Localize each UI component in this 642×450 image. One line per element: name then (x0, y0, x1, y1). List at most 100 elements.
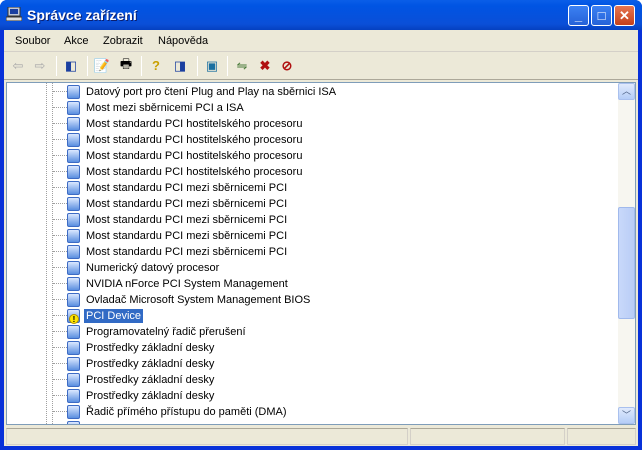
tree-connector (53, 363, 67, 364)
tree-item[interactable]: Most standardu PCI mezi sběrnicemi PCI (7, 196, 617, 212)
device-icon (67, 165, 80, 179)
tree-connector (53, 379, 67, 380)
device-icon (67, 341, 80, 355)
tree-connector (53, 235, 67, 236)
device-icon (67, 133, 80, 147)
back-icon[interactable]: ⇦ (9, 57, 27, 74)
menu-napoveda[interactable]: Nápověda (158, 35, 208, 47)
tree-item-label: Numerický datový procesor (86, 262, 220, 274)
menu-akce[interactable]: Akce (64, 35, 88, 47)
tree-item-label: Most standardu PCI mezi sběrnicemi PCI (86, 230, 288, 242)
device-tree[interactable]: Datový port pro čtení Plug and Play na s… (6, 82, 636, 425)
tree-item[interactable]: Most standardu PCI hostitelského proceso… (7, 132, 617, 148)
tree-item[interactable]: NVIDIA nForce PCI System Management (7, 276, 617, 292)
tree-connector (53, 267, 67, 268)
status-bar (4, 425, 638, 446)
scroll-down-button[interactable]: ﹀ (618, 407, 635, 424)
tree-item[interactable]: Prostředky základní desky (7, 340, 617, 356)
tree-item[interactable]: Datový port pro čtení Plug and Play na s… (7, 84, 617, 100)
tree-item[interactable]: Prostředky základní desky (7, 388, 617, 404)
scroll-up-button[interactable]: ︿ (618, 83, 635, 100)
tree-item[interactable]: Most standardu PCI mezi sběrnicemi PCI (7, 212, 617, 228)
tree-connector (53, 155, 67, 156)
window-title: Správce zařízení (27, 7, 137, 23)
tree-item-label: Most standardu PCI hostitelského proceso… (86, 134, 303, 146)
tree-connector (53, 123, 67, 124)
tree-connector (53, 139, 67, 140)
tree-item-label: Most standardu PCI mezi sběrnicemi PCI (86, 246, 288, 258)
tree-item-label: Programovatelný řadič přerušení (86, 326, 246, 338)
tree-connector (53, 331, 67, 332)
device-icon (67, 357, 80, 371)
show-hide-tree-icon[interactable]: ◧ (62, 57, 80, 74)
menu-zobrazit[interactable]: Zobrazit (103, 35, 143, 47)
tree-item[interactable]: Most standardu PCI hostitelského proceso… (7, 148, 617, 164)
device-icon (67, 213, 80, 227)
minimize-button[interactable]: _ (568, 5, 589, 26)
tree-item[interactable]: Most standardu PCI hostitelského proceso… (7, 164, 617, 180)
tree-item-label: Prostředky základní desky (86, 374, 215, 386)
title-bar[interactable]: Správce zařízení _ □ ✕ (0, 0, 642, 30)
tree-item-label: Řadič přímého přístupu do paměti (DMA) (86, 406, 287, 418)
tree-connector (53, 107, 67, 108)
tree-connector (53, 91, 67, 92)
tree-item-label: Most standardu PCI hostitelského proceso… (86, 166, 303, 178)
status-pane-2 (410, 428, 565, 445)
tree-connector (53, 283, 67, 284)
tree-item-label: NVIDIA nForce PCI System Management (86, 278, 288, 290)
tree-connector (53, 299, 67, 300)
tree-item[interactable]: Most standardu PCI mezi sběrnicemi PCI (7, 228, 617, 244)
device-icon (67, 117, 80, 131)
tree-connector (53, 171, 67, 172)
tree-item[interactable]: Most standardu PCI mezi sběrnicemi PCI (7, 180, 617, 196)
tree-connector (53, 187, 67, 188)
disable-icon[interactable]: ⊘ (278, 57, 296, 74)
tree-item-label: Most mezi sběrnicemi PCI a ISA (86, 102, 244, 114)
warning-icon: ! (69, 314, 79, 324)
properties-icon[interactable]: 📝 (93, 57, 111, 74)
device-icon (67, 277, 80, 291)
tree-item[interactable]: Prostředky základní desky (7, 372, 617, 388)
tree-connector (53, 219, 67, 220)
tree-item[interactable]: Ovladač Microsoft System Management BIOS (7, 292, 617, 308)
device-icon (67, 101, 80, 115)
maximize-button[interactable]: □ (591, 5, 612, 26)
tree-item-label: Most standardu PCI hostitelského proceso… (86, 118, 303, 130)
scan-hardware-icon[interactable]: ▣ (203, 57, 221, 74)
menu-bar: Soubor Akce Zobrazit Nápověda (4, 30, 638, 52)
tree-item[interactable]: Most mezi sběrnicemi PCI a ISA (7, 100, 617, 116)
device-icon (67, 181, 80, 195)
tree-item[interactable]: Řadič přímého přístupu do paměti (DMA) (7, 404, 617, 420)
tree-item[interactable]: Prostředky základní desky (7, 356, 617, 372)
computer-icon (6, 7, 22, 21)
tree-connector (53, 203, 67, 204)
vertical-scrollbar[interactable]: ︿ ﹀ (618, 83, 635, 424)
close-button[interactable]: ✕ (614, 5, 635, 26)
tree-item[interactable]: Most standardu PCI hostitelského proceso… (7, 116, 617, 132)
tree-item[interactable]: Numerický datový procesor (7, 260, 617, 276)
tree-item-label: Most standardu PCI mezi sběrnicemi PCI (86, 214, 288, 226)
help-icon[interactable]: ? (147, 57, 165, 74)
scroll-thumb[interactable] (618, 207, 635, 320)
tree-item[interactable]: Programovatelný řadič přerušení (7, 324, 617, 340)
tree-item-label: Most standardu PCI mezi sběrnicemi PCI (86, 182, 288, 194)
tree-item-label: Most standardu PCI mezi sběrnicemi PCI (86, 198, 288, 210)
print-icon[interactable]: 🖶 (117, 56, 135, 74)
update-driver-icon[interactable]: ⇋ (233, 57, 251, 74)
device-icon (67, 261, 80, 275)
forward-icon[interactable]: ⇨ (31, 57, 49, 74)
device-icon (67, 245, 80, 259)
tree-item-label: Ovladač Microsoft System Management BIOS (86, 294, 311, 306)
tree-item-label: Prostředky základní desky (86, 358, 215, 370)
uninstall-icon[interactable]: ✖ (256, 57, 274, 74)
device-icon (67, 149, 80, 163)
action-pane-icon[interactable]: ◨ (171, 57, 189, 74)
tree-item[interactable]: Most standardu PCI mezi sběrnicemi PCI (7, 244, 617, 260)
device-icon (67, 389, 80, 403)
tree-item-label: Datový port pro čtení Plug and Play na s… (86, 86, 337, 98)
tree-item[interactable]: ! PCI Device (7, 308, 617, 324)
menu-soubor[interactable]: Soubor (15, 35, 50, 47)
device-icon (67, 197, 80, 211)
toolbar: ⇦ ⇨ ◧ 📝 🖶 ? ◨ ▣ ⇋ ✖ ⊘ (4, 52, 638, 80)
tree-connector (53, 411, 67, 412)
